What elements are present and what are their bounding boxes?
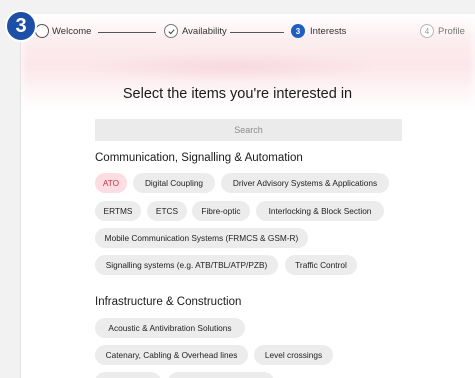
interests-screen: 3 Welcome Availability 3 Interests 4 Pro… bbox=[0, 0, 475, 378]
chip-etcs[interactable]: ETCS bbox=[147, 201, 187, 221]
chip-interlocking[interactable]: Interlocking & Block Section bbox=[256, 201, 384, 221]
chip-acoustic-antivibration[interactable]: Acoustic & Antivibration Solutions bbox=[95, 318, 245, 338]
content-card bbox=[20, 14, 475, 378]
step-connector bbox=[98, 32, 156, 33]
step-connector bbox=[230, 32, 284, 33]
step-number-badge: 3 bbox=[5, 10, 37, 42]
chip-cut-off[interactable] bbox=[168, 372, 274, 378]
step-profile-circle[interactable]: 4 bbox=[420, 24, 434, 38]
step-availability-label[interactable]: Availability bbox=[182, 26, 227, 37]
chip-digital-coupling[interactable]: Digital Coupling bbox=[133, 173, 215, 193]
step-availability-circle[interactable] bbox=[164, 24, 178, 38]
chip-traffic-control[interactable]: Traffic Control bbox=[285, 255, 357, 275]
chip-ertms[interactable]: ERTMS bbox=[95, 201, 141, 221]
chip-level-crossings[interactable]: Level crossings bbox=[254, 345, 333, 365]
step-interests-label[interactable]: Interests bbox=[310, 26, 346, 37]
chip-signalling-systems[interactable]: Signalling systems (e.g. ATB/TBL/ATP/PZB… bbox=[95, 255, 278, 275]
step-interests-circle[interactable]: 3 bbox=[291, 24, 305, 38]
chip-fibre-optic[interactable]: Fibre-optic bbox=[192, 201, 250, 221]
page-title: Select the items you're interested in bbox=[122, 86, 353, 102]
checkmark-icon bbox=[167, 28, 175, 34]
chip-cut-off[interactable] bbox=[95, 372, 161, 378]
step-welcome-label[interactable]: Welcome bbox=[52, 26, 91, 37]
section-title-communication: Communication, Signalling & Automation bbox=[95, 152, 303, 164]
progress-stepper: Welcome Availability 3 Interests 4 Profi… bbox=[0, 0, 475, 62]
section-title-infrastructure: Infrastructure & Construction bbox=[95, 296, 242, 308]
chip-catenary-cabling[interactable]: Catenary, Cabling & Overhead lines bbox=[95, 345, 248, 365]
chip-ato[interactable]: ATO bbox=[95, 173, 127, 193]
step-profile-label[interactable]: Profile bbox=[438, 26, 465, 37]
chip-mobile-communication[interactable]: Mobile Communication Systems (FRMCS & GS… bbox=[95, 228, 308, 248]
step-welcome-circle[interactable] bbox=[35, 24, 49, 38]
chip-driver-advisory[interactable]: Driver Advisory Systems & Applications bbox=[221, 173, 389, 193]
search-input[interactable] bbox=[95, 119, 402, 141]
